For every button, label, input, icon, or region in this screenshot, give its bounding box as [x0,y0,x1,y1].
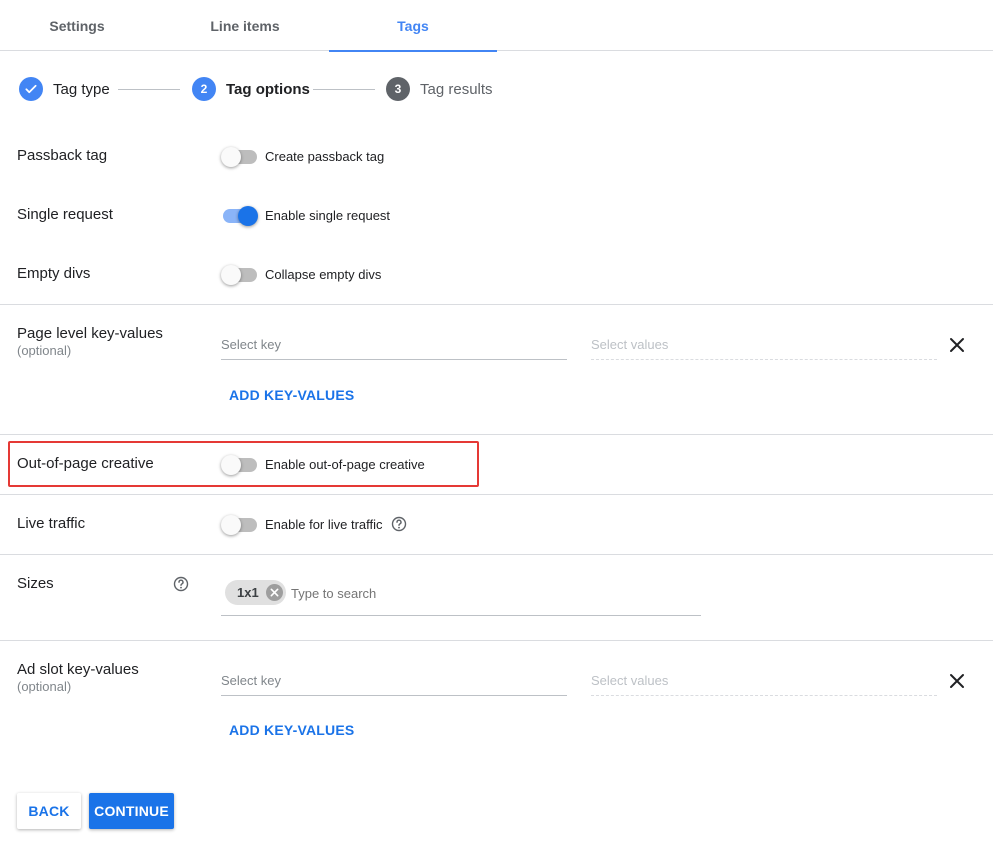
empty-divs-toggle-label: Collapse empty divs [265,267,382,282]
step-label-tag-type: Tag type [53,80,110,98]
single-request-toggle-label: Enable single request [265,208,391,223]
size-chip-label: 1x1 [237,585,259,600]
continue-button[interactable]: CONTINUE [89,793,174,829]
step-label-tag-results: Tag results [420,80,493,98]
slot-kv-values-field [591,666,937,696]
help-icon[interactable] [173,576,189,592]
section-divider [0,554,993,555]
single-request-toggle[interactable] [221,205,258,226]
step-tag-options: 2 Tag options [192,76,310,102]
page-kv-values-field [591,330,937,360]
live-traffic-label: Live traffic [17,515,86,532]
slot-kv-add-button[interactable]: ADD KEY-VALUES [229,722,354,738]
tab-bar: Settings Line items Tags [0,0,993,52]
section-divider [0,304,993,305]
slot-kv-values-input[interactable] [591,666,937,694]
tab-settings[interactable]: Settings [0,0,161,51]
sizes-search-input[interactable] [291,583,691,603]
step-tag-type[interactable]: Tag type [19,76,110,102]
passback-label: Passback tag [17,147,108,164]
tab-tags[interactable]: Tags [329,0,497,52]
close-icon[interactable] [947,335,967,355]
section-divider [0,494,993,495]
page-kv-optional: (optional) [17,343,72,358]
passback-toggle[interactable] [221,146,257,167]
out-of-page-toggle-label: Enable out-of-page creative [265,457,425,472]
single-request-label: Single request [17,206,113,223]
size-chip: 1x1 [225,580,286,605]
step-tag-results: 3 Tag results [386,76,493,102]
step-connector [118,89,180,90]
sizes-label: Sizes [17,575,54,592]
help-icon[interactable] [391,516,407,532]
close-icon[interactable] [947,671,967,691]
tab-line-items[interactable]: Line items [161,0,329,51]
section-divider [0,434,993,435]
slot-kv-key-input[interactable] [221,666,567,694]
empty-divs-label: Empty divs [17,265,91,282]
step-number-badge: 3 [386,77,410,101]
page-kv-add-button[interactable]: ADD KEY-VALUES [229,387,354,403]
out-of-page-label: Out-of-page creative [17,455,154,472]
back-button[interactable]: BACK [17,793,81,829]
slot-kv-key-field [221,666,567,696]
step-label-tag-options: Tag options [226,80,310,98]
step-number-badge: 2 [192,77,216,101]
live-traffic-toggle-label: Enable for live traffic [265,517,383,532]
page-kv-key-input[interactable] [221,330,567,358]
check-icon [19,77,43,101]
slot-kv-label: Ad slot key-values [17,661,139,678]
empty-divs-toggle[interactable] [221,264,257,285]
passback-toggle-label: Create passback tag [265,149,385,164]
page-kv-values-input[interactable] [591,330,937,358]
remove-chip-icon[interactable] [265,584,283,601]
page-kv-label: Page level key-values [17,325,163,342]
live-traffic-toggle[interactable] [221,514,257,535]
page-kv-key-field [221,330,567,360]
out-of-page-toggle[interactable] [221,454,257,475]
step-connector [313,89,375,90]
section-divider [0,640,993,641]
slot-kv-optional: (optional) [17,679,72,694]
